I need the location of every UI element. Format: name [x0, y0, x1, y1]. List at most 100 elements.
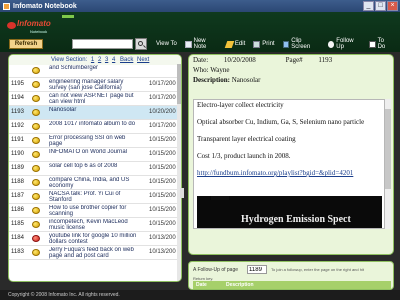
note-title[interactable]: NACSA talk: Prof. Yi Cui of Stanford — [49, 191, 137, 203]
note-scroll-thumb[interactable] — [385, 109, 391, 189]
window-title: Infomato Notebook — [13, 2, 77, 10]
note-date: 10/15/200 — [149, 193, 176, 199]
search-button[interactable] — [135, 38, 147, 50]
column-description[interactable]: Description — [223, 281, 254, 289]
note-title[interactable]: Nanosolar — [49, 107, 137, 113]
page-number-field: Page# 1193 — [285, 56, 333, 64]
note-meta: Date: 10/20/2008 Page# 1193 Who: Wayne D… — [193, 55, 389, 85]
list-item[interactable]: 1189 solar cell top 6 as of 2008 10/15/200 — [9, 162, 177, 176]
title-bar: Infomato Notebook _ □ × — [0, 0, 400, 12]
refresh-button[interactable]: Refresh — [9, 39, 43, 49]
new-note-icon — [185, 40, 192, 48]
app-icon — [3, 2, 10, 10]
note-date: 10/17/200 — [149, 123, 176, 129]
note-line: Optical absorber Cu, Indium, Ga, S, Sele… — [197, 118, 365, 126]
note-title[interactable]: Jerry Fuqua's feed back on web page and … — [49, 247, 137, 259]
print-button[interactable]: Print — [253, 40, 275, 48]
note-date: 10/15/200 — [149, 151, 176, 157]
follow-up-button[interactable]: Follow Up — [327, 38, 361, 50]
note-title[interactable]: solar cell top 6 as of 2008 — [49, 163, 137, 169]
list-item[interactable]: 1186 How to use brother copier for scanni… — [9, 204, 177, 218]
note-body[interactable]: Electro-layer collect electricity Optica… — [193, 99, 385, 229]
note-id: 1185 — [11, 221, 24, 227]
note-id: 1190 — [11, 151, 24, 157]
list-item[interactable]: and Schlumberger — [9, 64, 177, 78]
list-item[interactable]: 1183 Jerry Fuqua's feed back on web page … — [9, 246, 177, 260]
list-item[interactable]: 1188 compare China, India, and US economy… — [9, 176, 177, 190]
view-section-nav: View Section: 1 2 3 4 — [51, 57, 116, 63]
pencil-icon — [224, 40, 235, 48]
todo-button[interactable]: To Do — [369, 38, 392, 50]
note-title[interactable]: engineering manager salary survey (san j… — [49, 79, 137, 91]
note-line: Transparent layer electrical coating — [197, 135, 296, 143]
section-link-3[interactable]: 3 — [105, 57, 108, 63]
list-item[interactable]: 1184 youtube link for google 10 million d… — [9, 232, 177, 246]
note-id: 1191 — [11, 137, 24, 143]
tomato-status-icon — [32, 67, 40, 74]
next-link[interactable]: Next — [137, 57, 149, 63]
tomato-status-icon — [32, 249, 40, 256]
note-link[interactable]: http://fundbum.infomato.org/playlist?bgi… — [197, 170, 381, 177]
note-date: 10/15/200 — [149, 179, 176, 185]
list-scroll-thumb[interactable] — [177, 64, 181, 104]
section-link-1[interactable]: 1 — [91, 57, 94, 63]
followup-hint: To join a followup, enter the page on th… — [271, 267, 364, 272]
maximize-button[interactable]: □ — [375, 1, 386, 11]
note-title[interactable]: INFOMATO on World Journal — [49, 149, 137, 155]
minimize-button[interactable]: _ — [363, 1, 374, 11]
note-title[interactable]: incompetech, Kevin MacLeod music license — [49, 219, 137, 231]
list-item[interactable]: 1187 NACSA talk: Prof. Yi Cui of Stanford… — [9, 190, 177, 204]
followup-page-input[interactable] — [247, 265, 267, 274]
note-title[interactable]: youtube link for google 10 million dolla… — [49, 233, 137, 245]
note-date: 10/17/200 — [149, 95, 176, 101]
list-item[interactable]: 1195 engineering manager salary survey (s… — [9, 78, 177, 92]
tomato-status-icon — [32, 193, 40, 200]
note-line: Cost 1/3, product launch in 2008. — [197, 152, 291, 160]
list-item[interactable]: 1190 INFOMATO on World Journal 10/15/200 — [9, 148, 177, 162]
note-image: Hydrogen Emission Spect — [197, 196, 382, 228]
note-id: 1189 — [11, 165, 24, 171]
note-title[interactable]: and Schlumberger — [49, 65, 137, 71]
tomato-icon — [7, 22, 16, 29]
close-button[interactable]: × — [387, 1, 398, 11]
clip-screen-button[interactable]: Clip Screen — [282, 38, 320, 50]
printer-icon — [253, 40, 261, 48]
tomato-status-icon — [32, 235, 40, 242]
panel-splitter[interactable] — [180, 188, 184, 198]
note-id: 1184 — [11, 235, 24, 241]
view-to-label[interactable]: View To — [156, 41, 177, 47]
logo-text: Infomato — [17, 19, 51, 28]
note-date: 10/13/200 — [149, 235, 176, 241]
note-date: 10/15/200 — [149, 207, 176, 213]
column-date[interactable]: Date — [193, 281, 223, 289]
note-scrollbar[interactable] — [385, 99, 391, 229]
description-field: Description: Nanosolar — [193, 76, 261, 84]
main-area: View Section: 1 2 3 4 Back Next and Schl… — [4, 52, 396, 290]
list-item[interactable]: 1192 2008 1017 infomato album to do 10/17/… — [9, 120, 177, 134]
follow-up-icon — [327, 40, 335, 48]
list-item[interactable]: 1185 incompetech, Kevin MacLeod music lic… — [9, 218, 177, 232]
edit-button[interactable]: Edit — [224, 40, 245, 48]
note-list: and Schlumberger 1195 engineering manager … — [9, 64, 177, 260]
tomato-status-icon — [32, 207, 40, 214]
section-link-4[interactable]: 4 — [112, 57, 115, 63]
note-title[interactable]: 2008 1017 infomato album to do — [49, 121, 137, 127]
search-input[interactable] — [72, 39, 133, 49]
back-link[interactable]: Back — [120, 57, 133, 63]
note-detail-panel: Date: 10/20/2008 Page# 1193 Who: Wayne D… — [188, 54, 394, 255]
note-title[interactable]: compare China, India, and US economy — [49, 177, 137, 189]
note-title[interactable]: Error processing SSI on web page — [49, 135, 137, 147]
note-title[interactable]: How to use brother copier for scanning — [49, 205, 137, 217]
section-link-2[interactable]: 2 — [98, 57, 101, 63]
note-id: 1193 — [11, 109, 24, 115]
list-item[interactable]: 1193 Nanosolar 10/20/200 — [9, 106, 177, 120]
list-item[interactable]: 1191 Error processing SSI on web page 10/1… — [9, 134, 177, 148]
tomato-status-icon — [32, 109, 40, 116]
followup-label: A Follow-Up of page — [193, 267, 239, 273]
list-item[interactable]: 1194 can not view ASP.NET page but can vi… — [9, 92, 177, 106]
note-title[interactable]: can not view ASP.NET page but can view h… — [49, 93, 137, 105]
tomato-status-icon — [32, 137, 40, 144]
logo-subtitle: Notebook — [30, 29, 48, 34]
new-note-button[interactable]: New Note — [185, 38, 218, 50]
list-scrollbar[interactable] — [177, 64, 181, 281]
